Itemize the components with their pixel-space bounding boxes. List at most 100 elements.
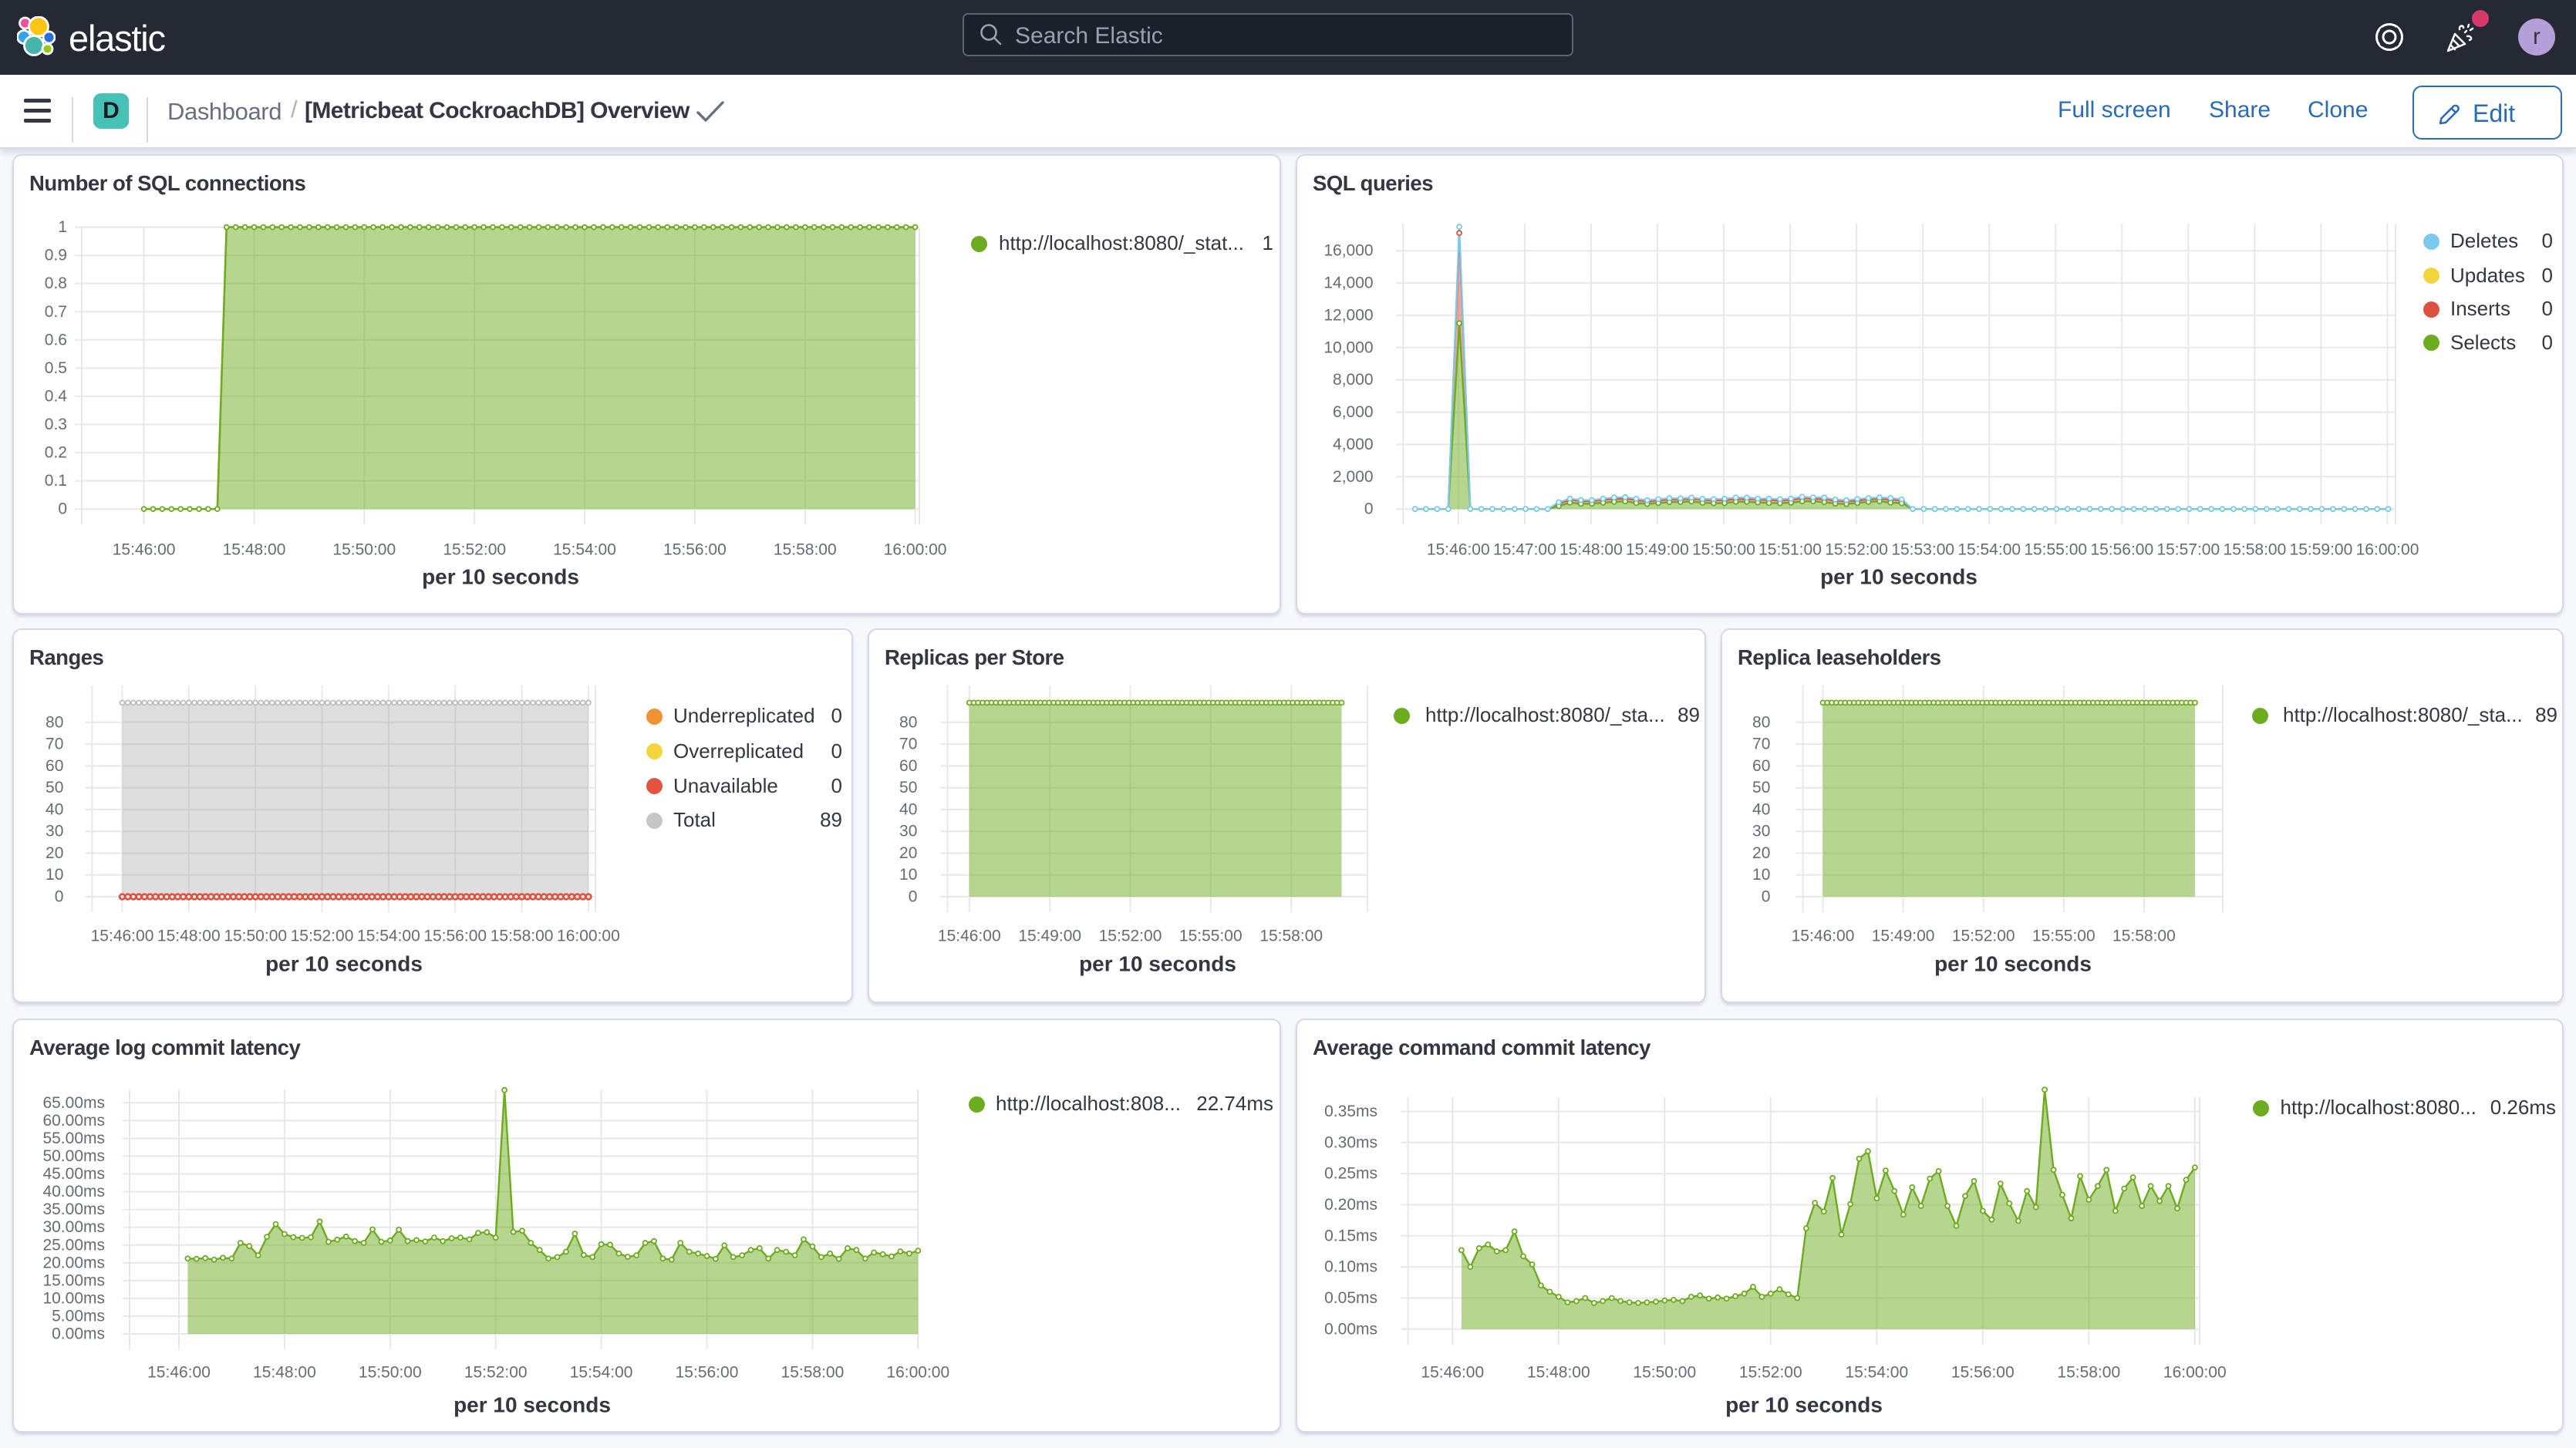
svg-text:15:56:00: 15:56:00 (1951, 1364, 2015, 1382)
svg-text:15:48:00: 15:48:00 (157, 928, 221, 945)
svg-text:16:00:00: 16:00:00 (884, 541, 947, 559)
svg-text:35.00ms: 35.00ms (42, 1200, 105, 1218)
svg-text:16,000: 16,000 (1323, 242, 1373, 260)
svg-text:60: 60 (899, 757, 917, 775)
svg-text:0.9: 0.9 (45, 247, 67, 264)
svg-text:80: 80 (1752, 713, 1770, 731)
svg-text:0.25ms: 0.25ms (1324, 1165, 1377, 1183)
svg-text:50: 50 (899, 779, 917, 796)
svg-text:20: 20 (1752, 844, 1770, 862)
svg-text:1: 1 (58, 218, 67, 236)
svg-text:0: 0 (55, 888, 64, 906)
svg-text:16:00:00: 16:00:00 (2356, 541, 2419, 559)
svg-text:15:58:00: 15:58:00 (2112, 928, 2176, 945)
svg-text:0.1: 0.1 (45, 472, 67, 490)
svg-text:40: 40 (46, 800, 63, 818)
svg-text:16:00:00: 16:00:00 (886, 1364, 949, 1382)
svg-text:per 10 seconds: per 10 seconds (1079, 952, 1236, 976)
svg-text:0.05ms: 0.05ms (1324, 1289, 1377, 1307)
svg-text:5.00ms: 5.00ms (52, 1307, 105, 1325)
svg-text:0: 0 (909, 888, 918, 906)
svg-text:15:58:00: 15:58:00 (774, 541, 837, 559)
svg-text:15:50:00: 15:50:00 (1692, 541, 1755, 559)
svg-text:16:00:00: 16:00:00 (2163, 1364, 2227, 1382)
svg-text:15:57:00: 15:57:00 (2156, 541, 2220, 559)
svg-text:15:52:00: 15:52:00 (291, 928, 354, 945)
svg-text:12,000: 12,000 (1323, 306, 1373, 324)
svg-text:15:47:00: 15:47:00 (1493, 541, 1556, 559)
svg-text:15:52:00: 15:52:00 (443, 541, 506, 559)
svg-text:20: 20 (46, 844, 63, 862)
svg-text:15:58:00: 15:58:00 (491, 928, 554, 945)
svg-text:10.00ms: 10.00ms (42, 1289, 105, 1307)
svg-text:0.00ms: 0.00ms (1324, 1320, 1377, 1338)
svg-text:15:58:00: 15:58:00 (781, 1364, 845, 1382)
svg-text:0.8: 0.8 (45, 274, 67, 292)
svg-text:0.15ms: 0.15ms (1324, 1227, 1377, 1244)
svg-text:15:55:00: 15:55:00 (2032, 928, 2096, 945)
svg-text:0.30ms: 0.30ms (1324, 1133, 1377, 1151)
svg-text:70: 70 (1752, 736, 1770, 753)
svg-text:0: 0 (1364, 500, 1374, 518)
svg-text:6,000: 6,000 (1333, 403, 1374, 421)
svg-text:15:56:00: 15:56:00 (2090, 541, 2153, 559)
svg-text:60: 60 (46, 757, 63, 775)
svg-text:80: 80 (46, 713, 63, 731)
svg-text:15:50:00: 15:50:00 (1633, 1364, 1696, 1382)
svg-text:per 10 seconds: per 10 seconds (1820, 565, 1978, 589)
svg-text:15.00ms: 15.00ms (42, 1271, 105, 1289)
svg-text:4,000: 4,000 (1333, 436, 1374, 453)
svg-text:30: 30 (899, 823, 917, 840)
svg-text:per 10 seconds: per 10 seconds (265, 952, 423, 976)
svg-text:0.5: 0.5 (45, 359, 67, 377)
svg-text:70: 70 (899, 736, 917, 753)
svg-text:0.20ms: 0.20ms (1324, 1196, 1377, 1214)
svg-text:0.10ms: 0.10ms (1324, 1258, 1377, 1276)
svg-text:60.00ms: 60.00ms (42, 1112, 105, 1130)
svg-text:20: 20 (899, 844, 917, 862)
svg-text:15:51:00: 15:51:00 (1758, 541, 1822, 559)
svg-text:60: 60 (1752, 757, 1770, 775)
svg-text:14,000: 14,000 (1323, 274, 1373, 292)
svg-text:15:46:00: 15:46:00 (938, 928, 1001, 945)
svg-text:40: 40 (899, 800, 917, 818)
svg-text:0.6: 0.6 (45, 331, 67, 349)
svg-text:15:54:00: 15:54:00 (357, 928, 420, 945)
svg-text:15:54:00: 15:54:00 (1957, 541, 2021, 559)
svg-text:15:52:00: 15:52:00 (1739, 1364, 1802, 1382)
svg-text:15:46:00: 15:46:00 (91, 928, 154, 945)
svg-text:15:54:00: 15:54:00 (553, 541, 616, 559)
svg-text:2,000: 2,000 (1333, 468, 1374, 486)
svg-text:15:56:00: 15:56:00 (676, 1364, 739, 1382)
svg-text:15:55:00: 15:55:00 (1179, 928, 1242, 945)
svg-text:10: 10 (46, 866, 63, 884)
svg-text:55.00ms: 55.00ms (42, 1130, 105, 1147)
svg-text:15:56:00: 15:56:00 (663, 541, 727, 559)
svg-text:15:59:00: 15:59:00 (2290, 541, 2353, 559)
svg-text:45.00ms: 45.00ms (42, 1165, 105, 1183)
svg-text:16:00:00: 16:00:00 (557, 928, 620, 945)
svg-text:15:46:00: 15:46:00 (1421, 1364, 1484, 1382)
svg-text:0.2: 0.2 (45, 444, 67, 462)
svg-text:20.00ms: 20.00ms (42, 1254, 105, 1271)
svg-text:40.00ms: 40.00ms (42, 1183, 105, 1200)
svg-text:50.00ms: 50.00ms (42, 1147, 105, 1165)
svg-text:15:54:00: 15:54:00 (1845, 1364, 1908, 1382)
svg-text:15:46:00: 15:46:00 (1427, 541, 1490, 559)
svg-text:8,000: 8,000 (1333, 371, 1374, 389)
svg-text:15:46:00: 15:46:00 (1792, 928, 1855, 945)
svg-text:15:50:00: 15:50:00 (224, 928, 287, 945)
svg-text:40: 40 (1752, 800, 1770, 818)
svg-text:30: 30 (46, 823, 63, 840)
svg-text:15:49:00: 15:49:00 (1018, 928, 1081, 945)
svg-text:0: 0 (1762, 888, 1771, 906)
svg-text:25.00ms: 25.00ms (42, 1236, 105, 1254)
svg-text:15:46:00: 15:46:00 (147, 1364, 211, 1382)
svg-text:15:53:00: 15:53:00 (1891, 541, 1954, 559)
svg-text:0: 0 (58, 500, 67, 518)
svg-text:0.4: 0.4 (45, 388, 68, 406)
svg-text:0.35ms: 0.35ms (1324, 1103, 1377, 1120)
svg-text:15:49:00: 15:49:00 (1626, 541, 1689, 559)
svg-text:50: 50 (1752, 779, 1770, 796)
svg-text:10,000: 10,000 (1323, 338, 1373, 356)
